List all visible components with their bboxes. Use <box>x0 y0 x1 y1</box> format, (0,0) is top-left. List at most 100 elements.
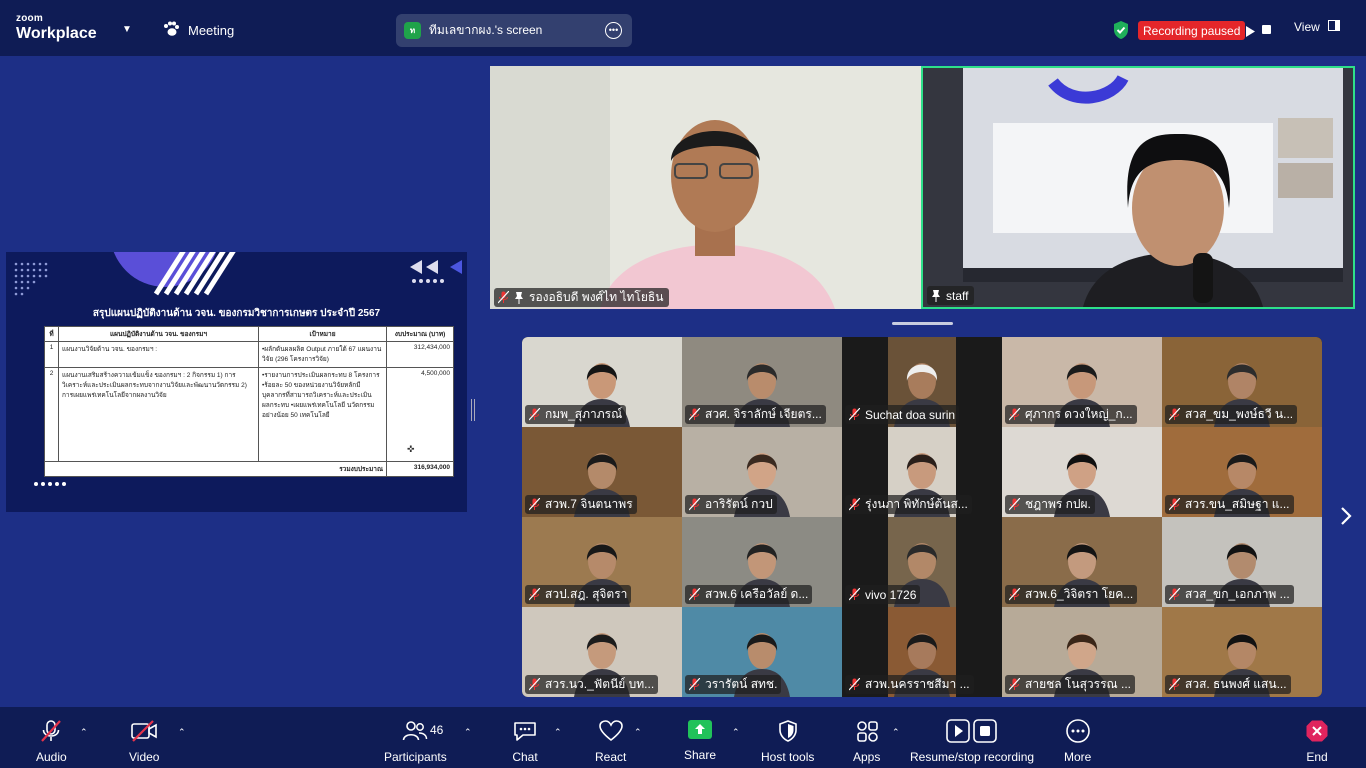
end-meeting-button[interactable]: End <box>1305 719 1329 764</box>
apps-options-caret-icon[interactable]: ⌃ <box>892 727 900 738</box>
more-button[interactable]: More <box>1064 719 1091 764</box>
participant-name-tag: กมพ_สุภาภรณ์ <box>525 405 627 424</box>
slide-title: สรุปแผนปฏิบัติงานด้าน วจน. ของกรมวิชาการ… <box>92 308 381 319</box>
table-header: แผนปฏิบัติงานด้าน วจน. ของกรมฯ <box>58 326 259 342</box>
participant-name: อาริรัตน์ กวป <box>705 497 773 511</box>
participant-name: สวป.สฎ. สุจิตรา <box>545 587 628 601</box>
video-button[interactable]: Video <box>129 719 159 764</box>
share-label: Share <box>684 748 717 762</box>
participant-name-tag: อาริรัตน์ กวป <box>685 495 777 514</box>
speaker-video-tile[interactable]: รองอธิบดี พงศ์ไท ไทโยธิน <box>490 66 921 309</box>
mic-muted-icon <box>39 719 63 746</box>
row-budget: 4,500,000 <box>386 367 454 462</box>
resume-stop-recording-button[interactable]: Resume/stop recording <box>910 719 1034 764</box>
participant-tile[interactable]: สวศ. จิราลักษ์ เจียตร... <box>682 337 842 427</box>
participant-name: สวพ.7 จินตนาพร <box>545 497 633 511</box>
participant-tile[interactable]: วรารัตน์ สทช. <box>682 607 842 697</box>
slide-dot-grid <box>14 262 48 296</box>
participant-name: vivo 1726 <box>865 587 917 602</box>
video-options-caret-icon[interactable]: ⌃ <box>178 727 186 738</box>
pin-icon <box>931 289 941 302</box>
participant-tile[interactable]: ชฎาพร กปผ. <box>1002 427 1162 517</box>
participant-tile[interactable]: สวส. ธนพงศ์ แสน... <box>1162 607 1322 697</box>
mic-muted-icon <box>1009 678 1020 691</box>
participant-tile[interactable]: สวร.ขน_สมิษฐา แ... <box>1162 427 1322 517</box>
apps-icon <box>855 719 879 746</box>
host-tools-button[interactable]: Host tools <box>761 719 814 764</box>
react-options-caret-icon[interactable]: ⌃ <box>634 727 642 738</box>
participants-options-caret-icon[interactable]: ⌃ <box>464 727 472 738</box>
participant-name: วรารัตน์ สทช. <box>705 677 778 691</box>
participant-name-tag: รุ่งนภา พิทักษ์ต้นส... <box>845 495 972 514</box>
participant-name: สวศ. จิราลักษ์ เจียตร... <box>705 407 822 421</box>
gallery-resize-handle[interactable] <box>892 322 953 325</box>
active-speaker-video-tile[interactable]: staff <box>921 66 1355 309</box>
share-options-caret-icon[interactable]: ⌃ <box>732 727 740 738</box>
audio-button[interactable]: Audio <box>36 719 67 764</box>
panel-resize-handle[interactable] <box>471 399 475 421</box>
participant-tile[interactable]: สวพ.6_วิจิตรา โยค... <box>1002 517 1162 607</box>
mic-muted-icon <box>689 498 700 511</box>
participant-name: รุ่งนภา พิทักษ์ต้นส... <box>865 497 968 511</box>
audio-options-caret-icon[interactable]: ⌃ <box>80 727 88 738</box>
participant-name-tag: สวพ.6 เครือวัลย์ ด... <box>685 585 813 604</box>
participant-tile[interactable]: vivo 1726 <box>842 517 1002 607</box>
host-shield-icon <box>777 719 799 746</box>
end-call-icon <box>1305 719 1329 746</box>
shared-screen-slide[interactable]: สรุปแผนปฏิบัติงานด้าน วจน. ของกรมวิชาการ… <box>6 252 467 512</box>
mic-muted-icon <box>849 498 860 511</box>
participant-tile[interactable]: สวพ.นครราชสีมา ... <box>842 607 1002 697</box>
share-screen-icon <box>687 719 713 744</box>
participant-name-tag: สวพ.6_วิจิตรา โยค... <box>1005 585 1138 604</box>
shield-check-icon[interactable] <box>1112 20 1130 45</box>
meeting-label: Meeting <box>188 22 235 38</box>
meeting-menu-button[interactable]: Meeting <box>162 18 234 42</box>
view-label: View <box>1294 20 1320 34</box>
participant-tile[interactable]: กมพ_สุภาภรณ์ <box>522 337 682 427</box>
participant-tile[interactable]: สวพ.6 เครือวัลย์ ด... <box>682 517 842 607</box>
participant-name: สวร.นว._ฟัตนีย์ บท... <box>545 677 655 691</box>
recording-status-badge: Recording paused <box>1138 21 1246 40</box>
participant-tile[interactable]: สวพ.7 จินตนาพร <box>522 427 682 517</box>
react-button[interactable]: React <box>595 719 626 764</box>
table-row: 2 แผนงานเสริมสร้างความเข้มแข็ง ของกรมฯ :… <box>44 367 454 462</box>
share-button[interactable]: Share <box>684 719 716 762</box>
speaker-name: รองอธิบดี พงศ์ไท ไทโยธิน <box>529 290 664 304</box>
video-off-icon <box>130 719 158 746</box>
chat-button[interactable]: Chat <box>512 719 538 764</box>
speaker-name: staff <box>946 288 969 303</box>
mic-muted-icon <box>529 408 540 421</box>
resume-recording-icon[interactable] <box>1245 24 1255 42</box>
participant-tile[interactable]: สวส_ขม_พงษ์ธวี น... <box>1162 337 1322 427</box>
apps-button[interactable]: Apps <box>853 719 880 764</box>
participant-name-tag: สวส. ธนพงศ์ แสน... <box>1165 675 1291 694</box>
mic-muted-icon <box>529 498 540 511</box>
participant-tile[interactable]: อาริรัตน์ กวป <box>682 427 842 517</box>
total-label: รวมงบประมาณ <box>44 461 387 477</box>
participant-name: สวพ.นครราชสีมา ... <box>865 677 970 691</box>
participant-tile[interactable]: สวร.นว._ฟัตนีย์ บท... <box>522 607 682 697</box>
view-button[interactable]: View <box>1294 20 1340 34</box>
participants-label: Participants <box>384 750 447 764</box>
screen-share-indicator[interactable]: ท ทีมเลขากผง.'s screen ••• <box>396 14 632 47</box>
row-number: 2 <box>44 367 59 462</box>
participant-tile[interactable]: สวป.สฎ. สุจิตรา <box>522 517 682 607</box>
participant-tile[interactable]: Suchat doa surin <box>842 337 1002 427</box>
brand-small: zoom <box>16 13 43 24</box>
paw-icon <box>162 21 180 40</box>
participants-icon <box>402 719 428 746</box>
chat-options-caret-icon[interactable]: ⌃ <box>554 727 562 738</box>
participant-tile[interactable]: สวส_ขก_เอกภาพ ... <box>1162 517 1322 607</box>
more-options-icon[interactable]: ••• <box>605 22 622 39</box>
participant-tile[interactable]: ศุภากร ดวงใหญ่_ก... <box>1002 337 1162 427</box>
chevron-down-icon[interactable]: ▼ <box>122 24 132 35</box>
participant-count: 46 <box>430 723 444 737</box>
speaker-video-feed <box>490 66 921 309</box>
participant-tile[interactable]: รุ่งนภา พิทักษ์ต้นส... <box>842 427 1002 517</box>
participant-tile[interactable]: สายชล โนสุวรรณ ... <box>1002 607 1162 697</box>
slide-arrows-decoration <box>410 260 462 283</box>
stop-recording-icon[interactable] <box>1262 25 1271 34</box>
total-value: 316,934,000 <box>386 461 454 477</box>
chevron-right-icon[interactable] <box>1340 506 1352 531</box>
table-header: ที่ <box>44 326 59 342</box>
